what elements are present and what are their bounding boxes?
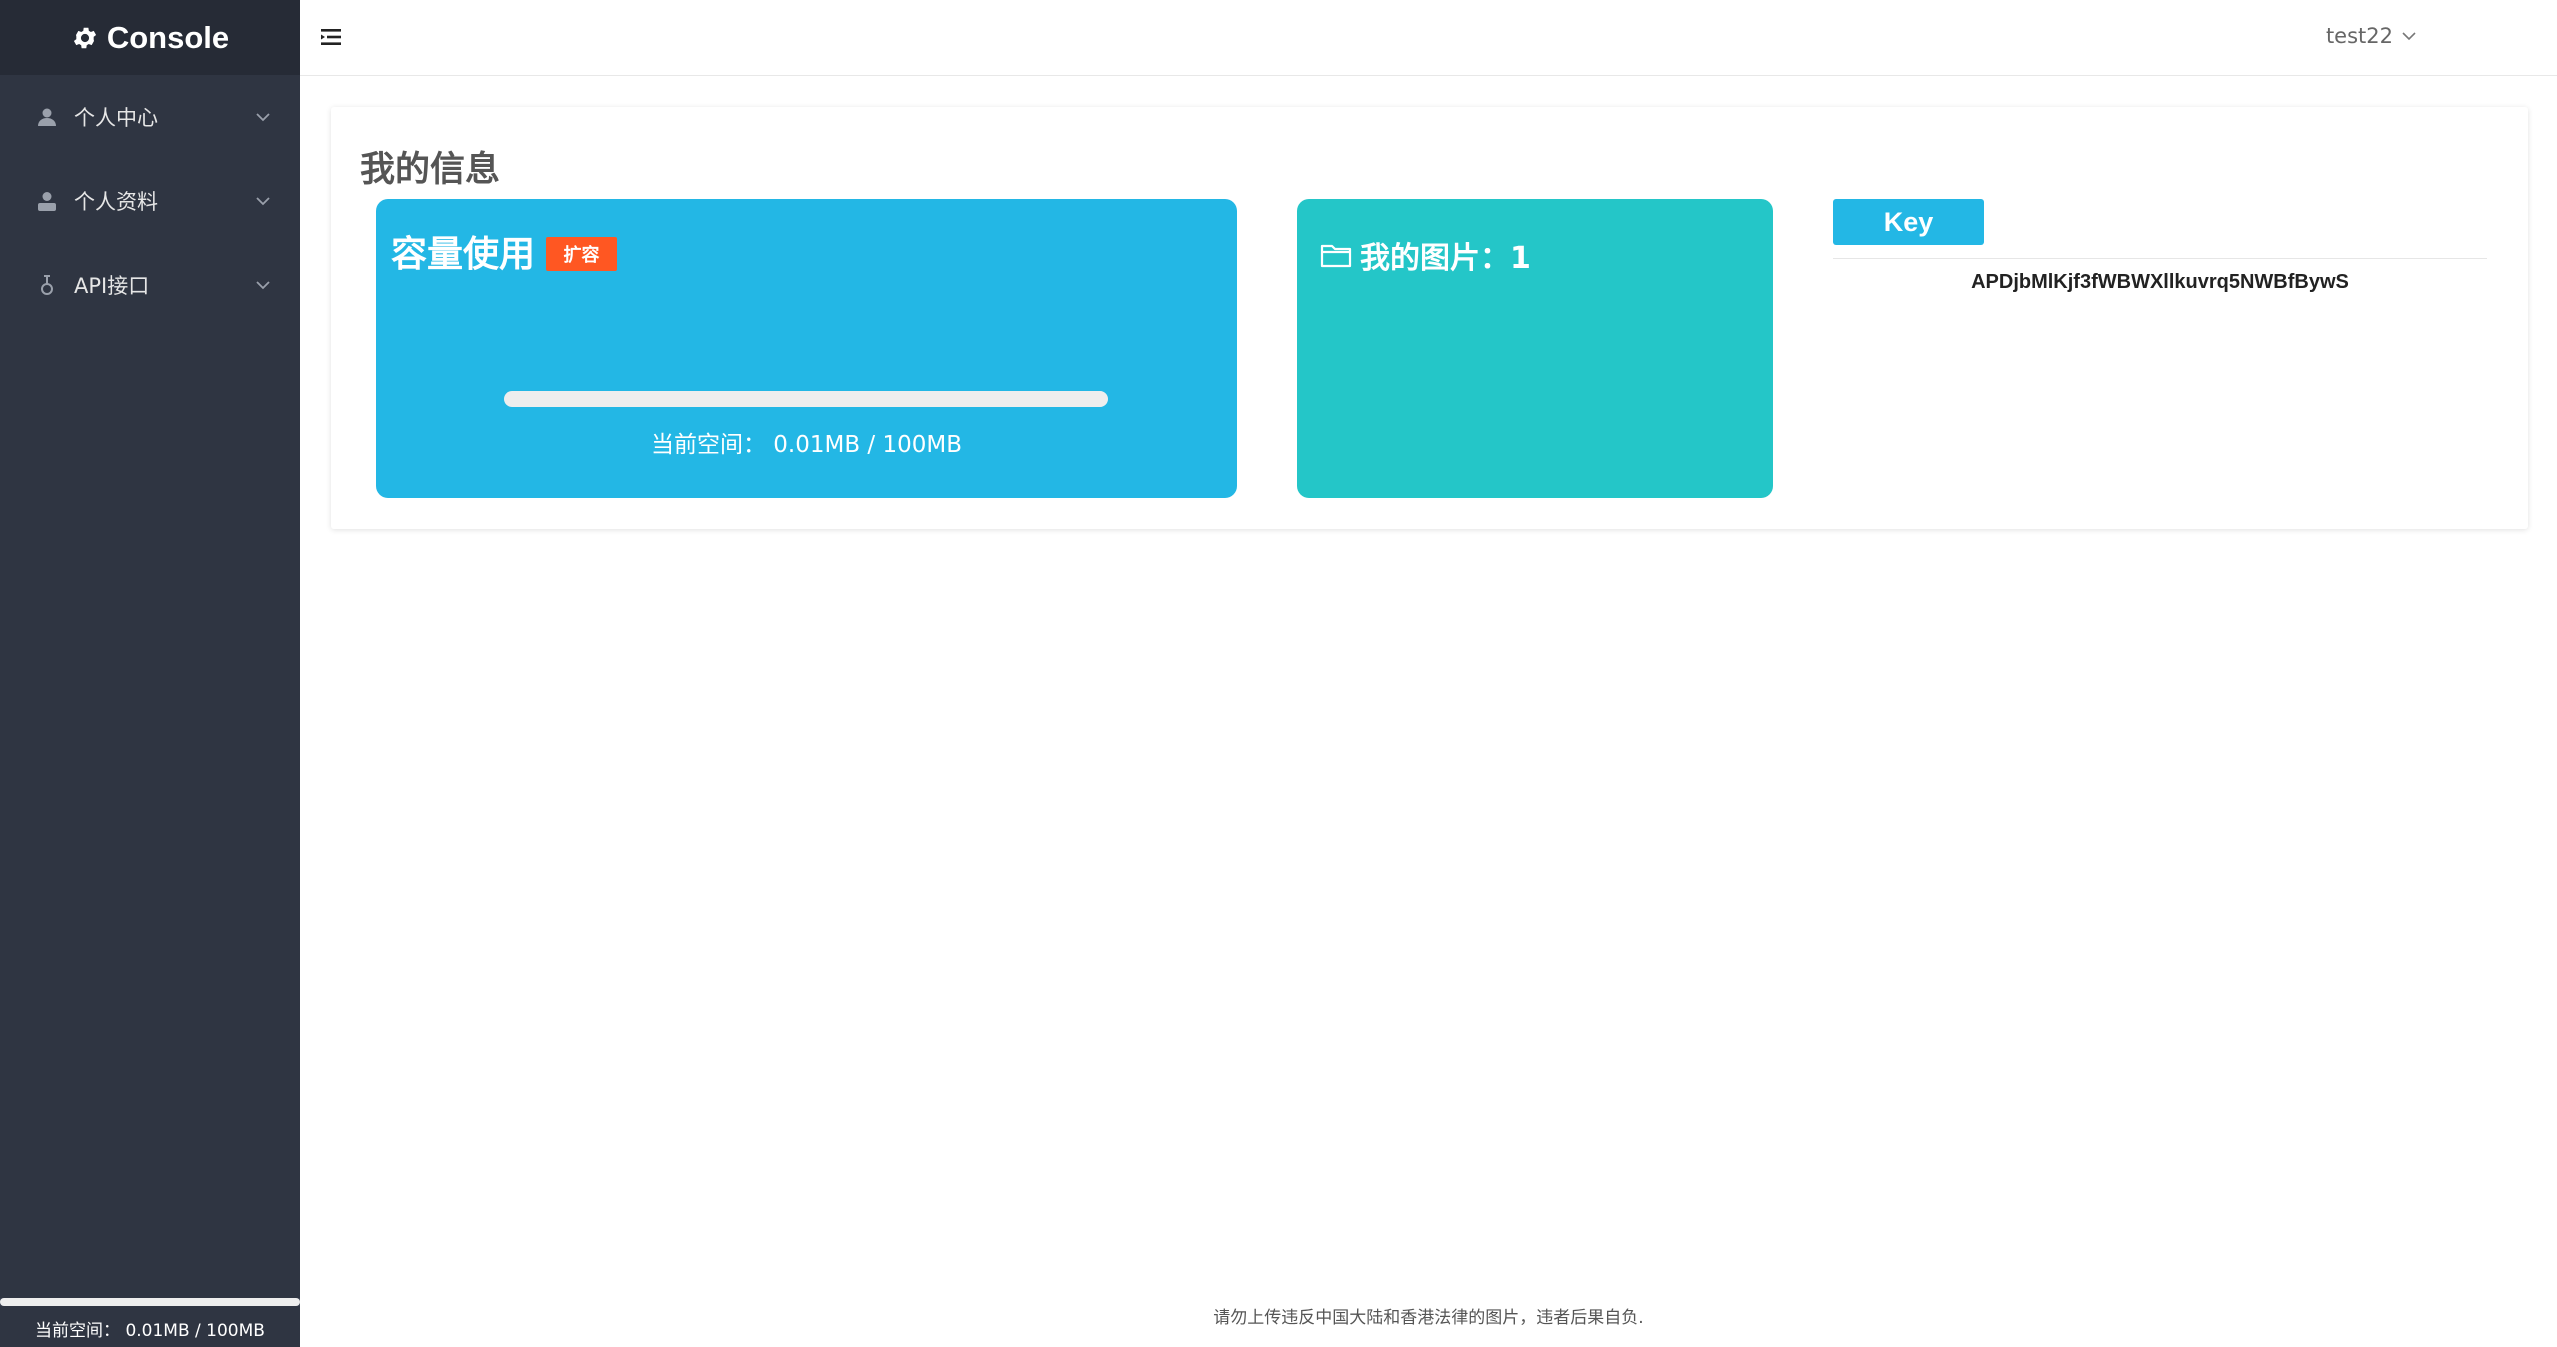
api-key-value[interactable]: APDjbMlKjf3fWBWXllkuvrq5NWBfBywS — [1833, 271, 2487, 294]
storage-card: 容量使用 扩容 当前空间： 0.01MB / 100MB — [376, 199, 1237, 498]
sidebar-header[interactable]: Console — [0, 0, 300, 75]
sidebar-storage-text: 当前空间： 0.01MB / 100MB — [35, 1321, 265, 1341]
sidebar-item-personal-center[interactable]: 个人中心 — [0, 75, 300, 159]
api-key-block: Key APDjbMlKjf3fWBWXllkuvrq5NWBfBywS — [1833, 199, 2487, 294]
divider — [1833, 258, 2487, 259]
sidebar-storage-progress — [0, 1298, 300, 1306]
user-menu[interactable]: test22 — [2326, 24, 2417, 48]
info-panel: 我的信息 容量使用 扩容 当前空间： 0.01MB / 100MB 我的图片：1… — [331, 107, 2528, 529]
storage-usage-text: 当前空间： 0.01MB / 100MB — [650, 432, 963, 458]
chevron-down-icon — [254, 192, 272, 210]
sidebar-item-label: API接口 — [74, 274, 150, 298]
my-images-card[interactable]: 我的图片：1 — [1297, 199, 1773, 498]
key-button[interactable]: Key — [1833, 199, 1984, 245]
expand-storage-button[interactable]: 扩容 — [546, 237, 617, 271]
sidebar: Console 个人中心 个人资料 API接口 当前空间： 0.01MB / 1… — [0, 0, 300, 1347]
user-icon — [34, 104, 60, 130]
sidebar-item-label: 个人资料 — [74, 190, 158, 214]
chevron-down-icon — [2401, 28, 2417, 44]
my-images-title: 我的图片：1 — [1320, 233, 1531, 277]
gear-icon — [71, 24, 99, 52]
my-images-label: 我的图片：1 — [1360, 241, 1531, 276]
menu-toggle-icon[interactable] — [318, 24, 344, 50]
sidebar-storage-progress-fill — [0, 1298, 300, 1306]
folder-icon — [1320, 241, 1352, 269]
chevron-down-icon — [254, 276, 272, 294]
storage-progress-bar — [504, 391, 1108, 407]
sidebar-storage-footer: 当前空间： 0.01MB / 100MB — [0, 1298, 300, 1347]
sidebar-item-profile[interactable]: 个人资料 — [0, 159, 300, 243]
sidebar-item-api[interactable]: API接口 — [0, 243, 300, 327]
chevron-down-icon — [254, 108, 272, 126]
topbar: test22 — [300, 0, 2557, 76]
username: test22 — [2325, 24, 2393, 48]
footer-notice: 请勿上传违反中国大陆和香港法律的图片，违者后果自负. — [1213, 1308, 1644, 1328]
storage-card-title: 容量使用 — [391, 234, 536, 275]
storage-progress-fill — [504, 391, 1108, 407]
api-icon — [34, 272, 60, 298]
app-title: Console — [106, 19, 230, 55]
page-title: 我的信息 — [360, 150, 501, 190]
sidebar-item-label: 个人中心 — [74, 106, 158, 130]
profile-icon — [34, 188, 60, 214]
